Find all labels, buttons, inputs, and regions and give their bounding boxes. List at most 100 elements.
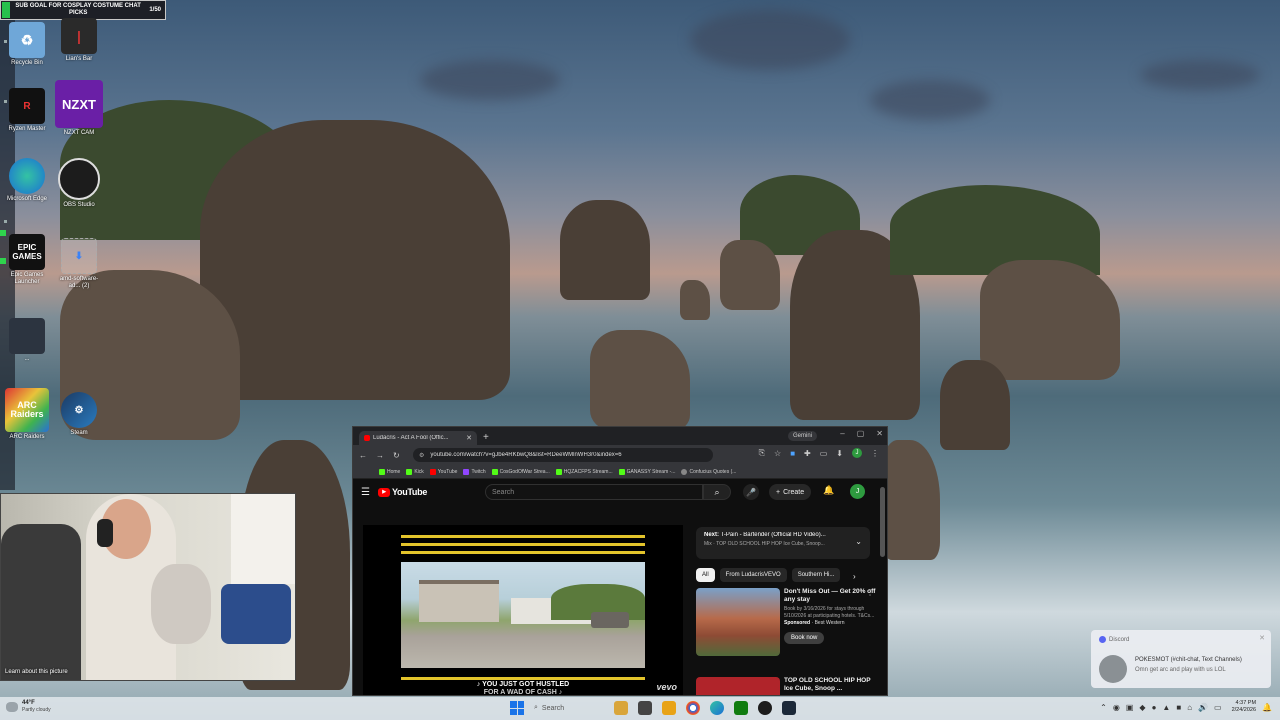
desktop-icon-ryzen-master[interactable]: R Ryzen Master bbox=[2, 88, 52, 133]
ad-thumbnail bbox=[696, 588, 780, 656]
weather-widget[interactable]: 44°F Partly cloudy bbox=[6, 700, 51, 713]
cloud-icon bbox=[6, 701, 18, 712]
up-next-card[interactable]: Next: T-Pain - Bartender (Official HD Vi… bbox=[696, 527, 870, 559]
browser-tab[interactable]: Ludacris - Act A Fool (Offic... ✕ bbox=[359, 431, 477, 445]
desktop-icon-epic-games[interactable]: EPIC GAMES Epic Games Launcher bbox=[2, 234, 52, 286]
maximize-icon[interactable]: ▢ bbox=[857, 429, 865, 438]
video-frame bbox=[401, 562, 645, 668]
extensions-puzzle-icon[interactable]: ✚ bbox=[804, 449, 811, 458]
minimize-icon[interactable]: – bbox=[840, 429, 844, 438]
youtube-avatar[interactable]: J bbox=[850, 484, 865, 499]
recommendation-item[interactable]: Don't Miss Out — Get 20% off any stay Bo… bbox=[696, 588, 876, 656]
xbox-icon[interactable] bbox=[734, 701, 748, 715]
microphone-icon[interactable]: 🎤 bbox=[743, 484, 759, 500]
network-icon[interactable]: ⌂ bbox=[1187, 703, 1192, 712]
site-info-icon[interactable]: ⚙ bbox=[419, 452, 424, 459]
steam-icon[interactable] bbox=[782, 701, 796, 715]
install-icon[interactable]: ⎘ bbox=[759, 448, 765, 458]
taskbar-search[interactable]: ⌕ Search bbox=[534, 700, 604, 716]
notifications-icon[interactable]: 🔔 bbox=[1262, 703, 1272, 712]
task-view-icon[interactable] bbox=[638, 701, 652, 715]
file-explorer-icon[interactable] bbox=[662, 701, 676, 715]
chip-from-channel[interactable]: From LudacrisVEVO bbox=[719, 568, 787, 582]
close-tab-icon[interactable]: ✕ bbox=[466, 434, 472, 442]
kick-icon bbox=[555, 468, 562, 475]
sub-goal-overlay: SUB GOAL FOR COSPLAY COSTUME CHAT PICKS … bbox=[0, 0, 166, 20]
notifications-bell-icon[interactable]: 🔔 bbox=[823, 485, 834, 496]
bookmark-item[interactable]: YouTube bbox=[429, 468, 457, 475]
tray-app-icon[interactable]: ◆ bbox=[1139, 703, 1145, 712]
desktop-icon-lians-bar[interactable]: | Lian's Bar bbox=[54, 18, 104, 63]
forward-icon[interactable]: → bbox=[376, 451, 384, 460]
widgets-icon[interactable] bbox=[614, 701, 628, 715]
chip-all[interactable]: All bbox=[696, 568, 715, 582]
create-button[interactable]: + Create bbox=[769, 484, 812, 500]
more-options-icon[interactable]: ⋮ bbox=[866, 588, 874, 597]
desktop-icon-app[interactable]: ... bbox=[2, 318, 52, 363]
tray-app-icon[interactable]: ■ bbox=[1176, 703, 1181, 712]
chevron-right-icon[interactable]: › bbox=[853, 572, 856, 581]
hamburger-menu-icon[interactable]: ☰ bbox=[361, 487, 370, 498]
desktop-icon-recycle-bin[interactable]: ♻ Recycle Bin bbox=[2, 22, 52, 67]
recommendation-item[interactable]: TOP OLD SCHOOL HIP HOP Ice Cube, Snoop .… bbox=[696, 677, 876, 695]
book-now-button[interactable]: Book now bbox=[784, 632, 825, 644]
youtube-search-input[interactable]: Search bbox=[485, 484, 703, 500]
edge-icon[interactable] bbox=[710, 701, 724, 715]
video-player[interactable]: ♪ YOU JUST GOT HUSTLED FOR A WAD OF CASH… bbox=[363, 525, 683, 695]
gemini-button[interactable]: Gemini bbox=[787, 431, 817, 441]
back-icon[interactable]: ← bbox=[359, 451, 367, 460]
start-button[interactable] bbox=[510, 701, 524, 715]
desktop-icon-arc-raiders[interactable]: ARC Raiders ARC Raiders bbox=[2, 388, 52, 441]
youtube-play-icon: ▶ bbox=[377, 487, 390, 497]
reload-icon[interactable]: ↻ bbox=[393, 451, 400, 460]
learn-about-picture-link[interactable]: Learn about this picture bbox=[5, 669, 68, 676]
desktop-icon-edge[interactable]: Microsoft Edge bbox=[2, 158, 52, 203]
youtube-logo[interactable]: ▶ YouTube bbox=[377, 487, 427, 497]
bookmark-item[interactable]: HQZACFPS Stream... bbox=[555, 468, 613, 475]
installer-icon: ⬇ bbox=[61, 238, 97, 274]
chevron-down-icon[interactable]: ⌄ bbox=[855, 537, 862, 546]
bookmark-item[interactable]: Kick bbox=[406, 468, 424, 475]
discord-notification[interactable]: Discord ✕ POKESMOT (#chit-chat, Text Cha… bbox=[1091, 630, 1271, 688]
recycle-bin-icon: ♻ bbox=[9, 22, 45, 58]
chevron-up-icon[interactable]: ⌃ bbox=[1100, 703, 1107, 712]
obs-icon[interactable] bbox=[758, 701, 772, 715]
sidebar-icon[interactable]: ▭ bbox=[820, 449, 828, 458]
ryzen-master-icon: R bbox=[9, 88, 45, 124]
tray-app-icon[interactable]: ● bbox=[1152, 703, 1157, 712]
bookmark-item[interactable]: GANASSY Stream -... bbox=[618, 468, 675, 475]
window-controls: – ▢ ✕ bbox=[840, 429, 883, 438]
bookmark-item[interactable]: CosGodOfWar Strea... bbox=[491, 468, 550, 475]
battery-icon[interactable]: ▭ bbox=[1214, 703, 1222, 712]
tray-app-icon[interactable]: ◉ bbox=[1113, 703, 1120, 712]
clock[interactable]: 4:37 PM 2/24/2026 bbox=[1232, 700, 1256, 714]
app-icon: | bbox=[61, 18, 97, 54]
address-bar[interactable]: ⚙ youtube.com/watch?v=gJbe4RKbwQ8&list=R… bbox=[413, 448, 713, 462]
tray-app-icon[interactable]: ▲ bbox=[1162, 703, 1170, 712]
desktop-icon-steam[interactable]: ⚙ Steam bbox=[54, 392, 104, 437]
bookmark-item[interactable]: Home bbox=[379, 468, 400, 475]
desktop-icon-nzxt-cam[interactable]: NZXT NZXT CAM bbox=[54, 80, 104, 137]
close-window-icon[interactable]: ✕ bbox=[876, 429, 883, 438]
chip-southern[interactable]: Southern Hi... bbox=[791, 568, 841, 582]
volume-icon[interactable]: 🔊 bbox=[1198, 703, 1208, 712]
search-icon[interactable]: ⌕ bbox=[703, 484, 731, 500]
bookmark-item[interactable]: Confucius Quotes (... bbox=[681, 468, 736, 475]
tray-app-icon[interactable]: ▣ bbox=[1126, 703, 1134, 712]
desktop-icon-amd-installer[interactable]: ⬇ amd-software-ad... (2) bbox=[54, 238, 104, 290]
download-icon[interactable]: ⬇ bbox=[836, 449, 843, 458]
bookmark-item[interactable]: Twitch bbox=[463, 468, 486, 475]
vevo-logo: vevo bbox=[656, 682, 677, 692]
close-icon[interactable]: ✕ bbox=[1259, 634, 1265, 642]
desktop-icon-obs[interactable]: OBS Studio bbox=[54, 158, 104, 209]
edge-icon bbox=[9, 158, 45, 194]
youtube-icon bbox=[429, 468, 436, 475]
extension-icon[interactable]: ■ bbox=[790, 449, 795, 458]
menu-icon[interactable]: ⋮ bbox=[871, 449, 879, 458]
discord-icon bbox=[1099, 636, 1106, 643]
scrollbar[interactable] bbox=[880, 487, 885, 557]
new-tab-button[interactable]: + bbox=[483, 432, 489, 443]
chrome-icon[interactable] bbox=[686, 701, 700, 715]
profile-avatar[interactable]: J bbox=[852, 448, 862, 458]
bookmark-star-icon[interactable]: ☆ bbox=[774, 449, 781, 458]
